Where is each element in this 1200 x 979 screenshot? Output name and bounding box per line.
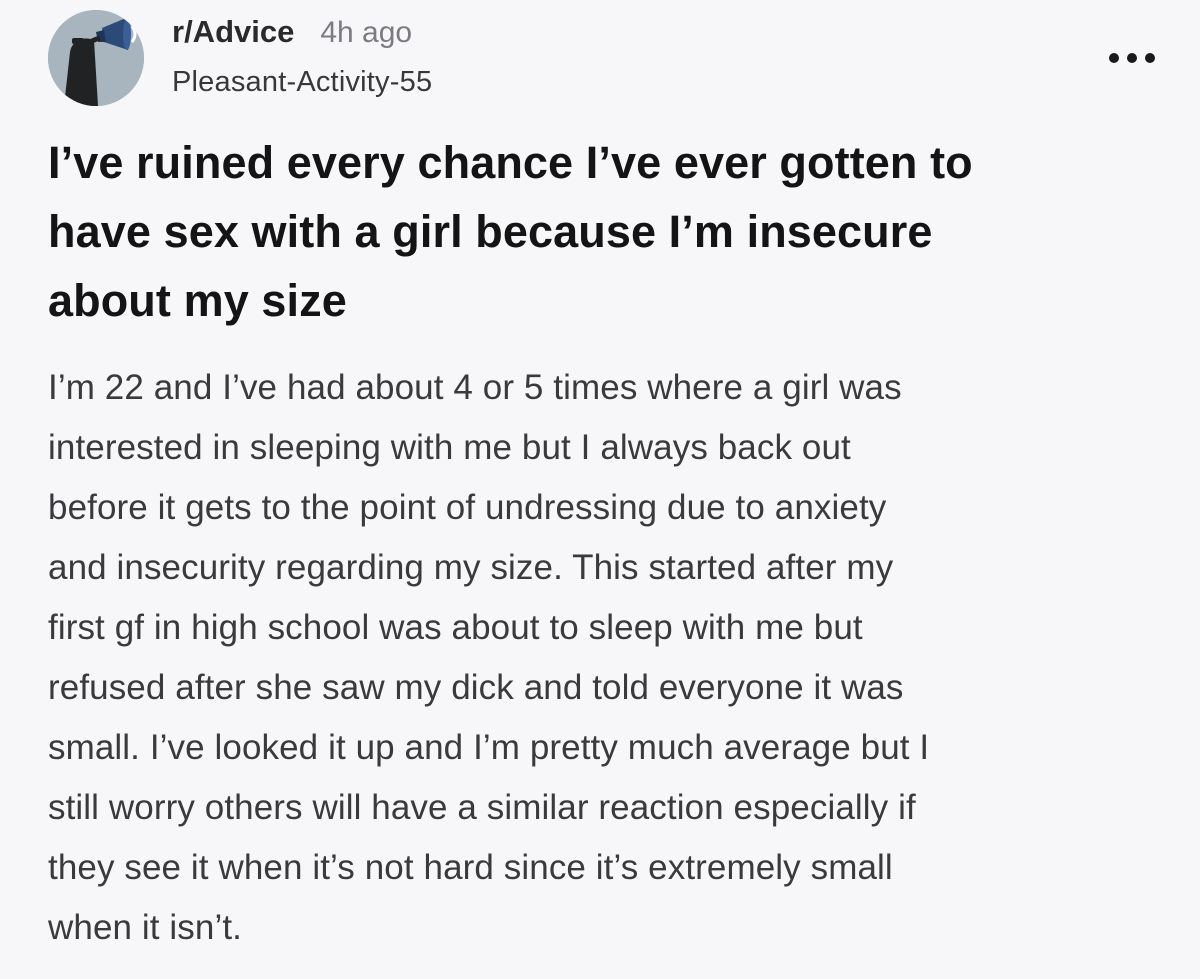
post-title[interactable]: I’ve ruined every chance I’ve ever gotte…: [48, 128, 1158, 335]
megaphone-person-icon: [48, 10, 144, 106]
ellipsis-icon: [1109, 53, 1155, 63]
post-header: r/Advice 4h ago Pleasant-Activity-55: [48, 10, 1158, 106]
subreddit-name[interactable]: r/Advice: [172, 14, 294, 50]
post-meta: r/Advice 4h ago Pleasant-Activity-55: [172, 14, 432, 99]
post-card: r/Advice 4h ago Pleasant-Activity-55 I’v…: [0, 0, 1200, 979]
author-username[interactable]: Pleasant-Activity-55: [172, 66, 432, 99]
more-options-button[interactable]: [1106, 46, 1158, 70]
meta-line: r/Advice 4h ago: [172, 14, 432, 56]
post-body: I’m 22 and I’ve had about 4 or 5 times w…: [48, 368, 930, 947]
subreddit-avatar[interactable]: [48, 10, 144, 106]
post-timestamp: 4h ago: [320, 16, 413, 49]
